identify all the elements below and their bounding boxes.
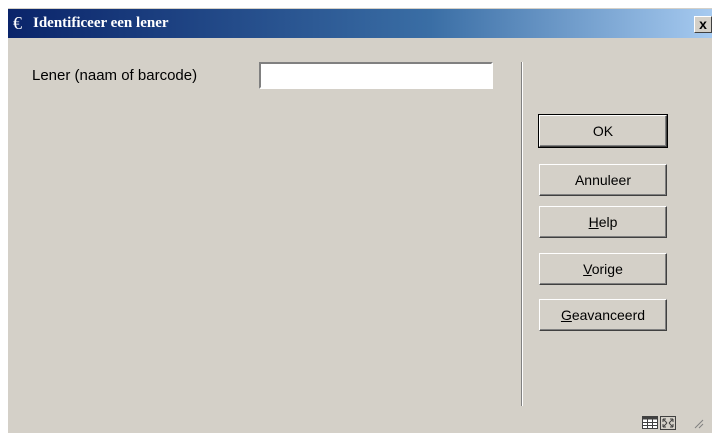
lener-label: Lener (naam of barcode) — [32, 67, 198, 84]
vertical-divider — [521, 62, 523, 406]
resize-grip-icon[interactable] — [694, 419, 704, 429]
app-icon: € — [13, 13, 22, 33]
help-button[interactable]: Help — [539, 206, 667, 238]
title-bar: € Identificeer een lener x — [8, 8, 712, 38]
annuleer-button[interactable]: Annuleer — [539, 164, 667, 196]
ok-button[interactable]: OK — [538, 114, 668, 148]
resize-icon[interactable] — [660, 416, 676, 430]
grid-icon[interactable] — [642, 416, 658, 429]
dialog-window: € Identificeer een lener x Lener (naam o… — [8, 8, 712, 433]
close-button[interactable]: x — [694, 16, 712, 33]
window-title: Identificeer een lener — [33, 15, 169, 31]
vorige-button[interactable]: Vorige — [539, 253, 667, 285]
lener-input[interactable] — [259, 62, 493, 89]
geavanceerd-button[interactable]: Geavanceerd — [539, 299, 667, 331]
